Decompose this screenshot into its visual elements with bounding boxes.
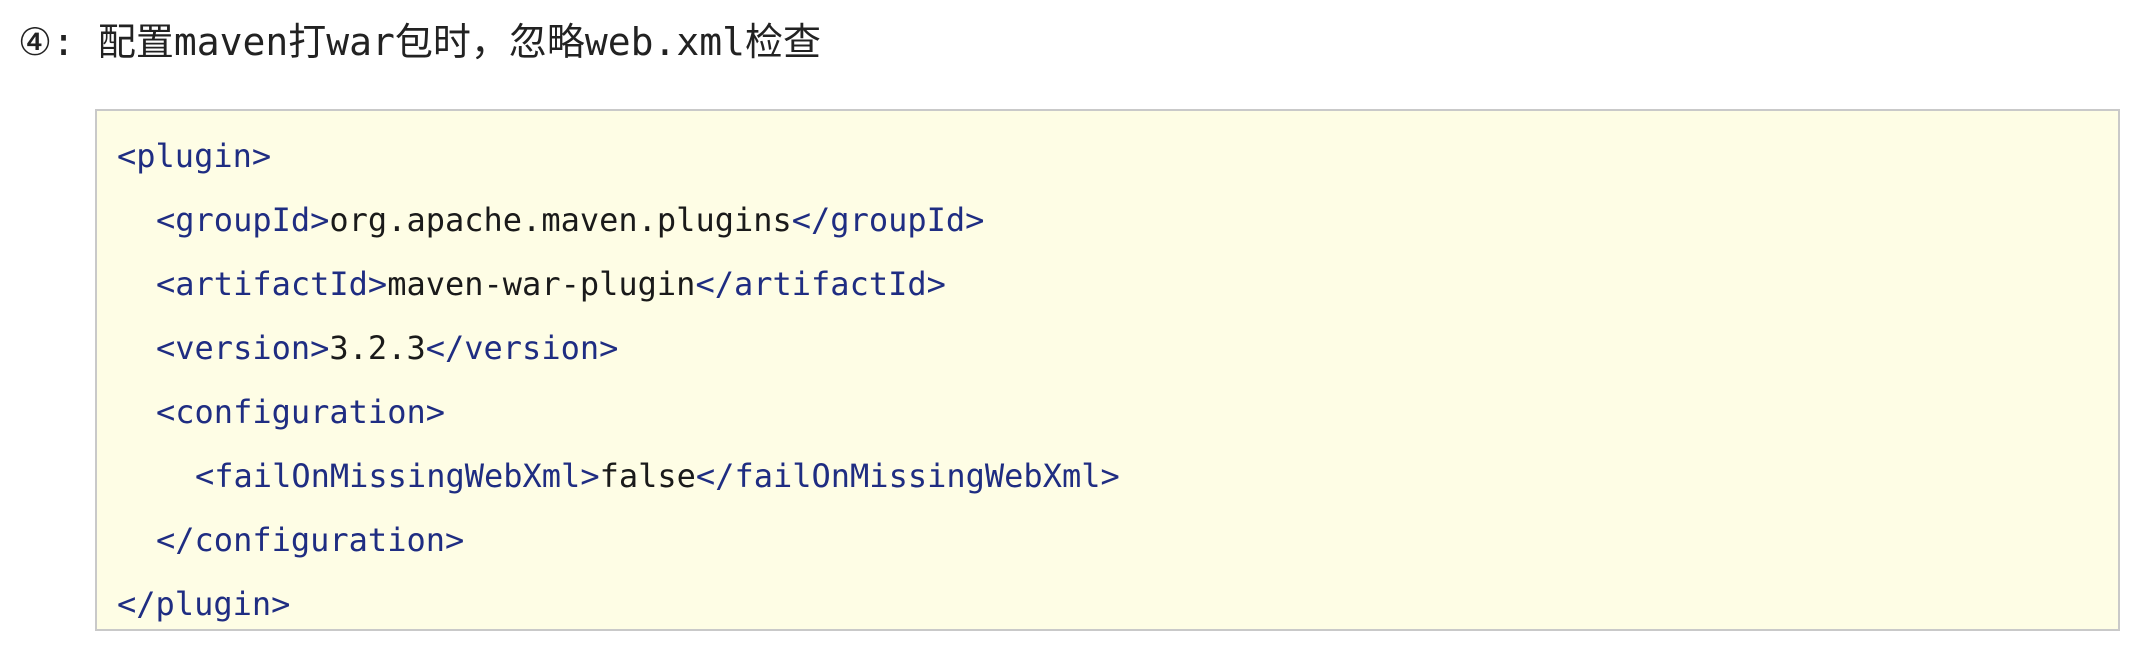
xml-value: 3.2.3 (329, 329, 426, 367)
xml-tag-close: </artifactId> (695, 265, 946, 303)
code-line-artifactid: <artifactId>maven-war-plugin</artifactId… (156, 252, 946, 316)
code-line-plugin-close: </plugin> (117, 572, 290, 636)
xml-tag-close: </plugin> (117, 585, 291, 623)
xml-tag-close: </version> (425, 329, 619, 367)
code-line-failonmissingwebxml: <failOnMissingWebXml>false</failOnMissin… (195, 444, 1120, 508)
code-line-configuration-close: </configuration> (156, 508, 464, 572)
xml-tag-open: <version> (156, 329, 330, 367)
xml-tag-open: <groupId> (156, 201, 330, 239)
xml-tag-open: <configuration> (156, 393, 445, 431)
xml-value: org.apache.maven.plugins (329, 201, 792, 239)
code-line-groupid: <groupId>org.apache.maven.plugins</group… (156, 188, 984, 252)
xml-value: false (599, 457, 696, 495)
xml-value: maven-war-plugin (387, 265, 696, 303)
code-line-plugin-open: <plugin> (117, 124, 271, 188)
xml-tag-close: </configuration> (156, 521, 465, 559)
code-line-configuration-open: <configuration> (156, 380, 445, 444)
code-block: <plugin> <groupId>org.apache.maven.plugi… (95, 109, 2120, 631)
xml-tag-close: </groupId> (791, 201, 985, 239)
section-heading: ④: 配置maven打war包时，忽略web.xml检查 (18, 20, 821, 64)
xml-tag-close: </failOnMissingWebXml> (695, 457, 1120, 495)
xml-tag-open: <failOnMissingWebXml> (195, 457, 600, 495)
document-page: ④: 配置maven打war包时，忽略web.xml检查 <plugin> <g… (0, 0, 2152, 652)
code-line-version: <version>3.2.3</version> (156, 316, 618, 380)
xml-tag-open: <plugin> (117, 137, 272, 175)
xml-tag-open: <artifactId> (156, 265, 388, 303)
